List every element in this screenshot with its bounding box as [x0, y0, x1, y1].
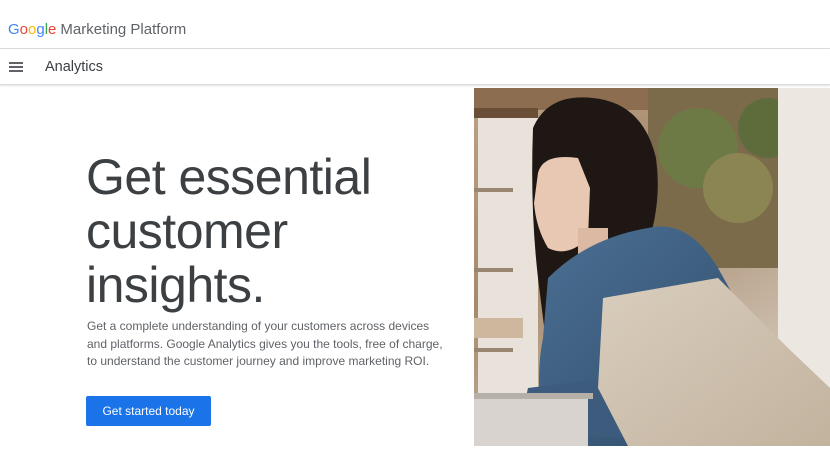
- google-marketing-platform-logo[interactable]: Google Marketing Platform: [8, 21, 186, 38]
- hamburger-menu-icon[interactable]: [9, 59, 24, 75]
- get-started-button[interactable]: Get started today: [86, 396, 211, 426]
- hero-headline: Get essential customer insights.: [86, 149, 372, 313]
- product-nav-bar: Analytics: [0, 49, 830, 85]
- product-name[interactable]: Analytics: [45, 59, 103, 75]
- google-wordmark: Google: [8, 21, 57, 38]
- platform-label: Marketing Platform: [60, 21, 187, 38]
- top-header: Google Marketing Platform: [0, 0, 830, 49]
- hero-description: Get a complete understanding of your cus…: [87, 319, 443, 368]
